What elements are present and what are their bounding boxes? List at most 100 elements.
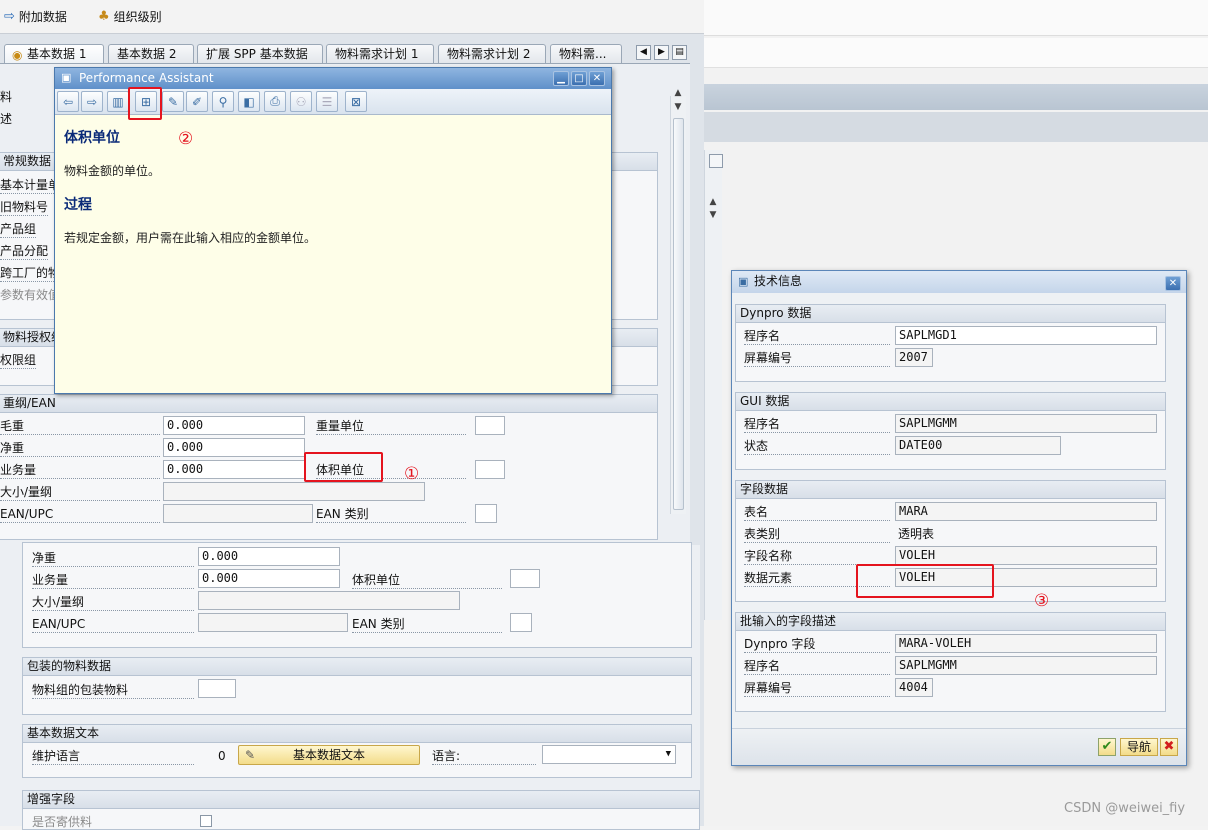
annotation-3: ③ [1034, 591, 1050, 611]
right-scroll-toggle[interactable] [709, 154, 723, 168]
ean-category-label: EAN 类别 [316, 506, 466, 523]
enhanced-section: 增强字段 [22, 790, 700, 830]
packaging-material-label: 物料组的包装物料 [32, 682, 194, 699]
ean-category-field[interactable] [475, 504, 497, 523]
confirm-button[interactable]: ✔ [1098, 738, 1116, 756]
tech-info-footer [732, 728, 1186, 765]
minimize-button[interactable]: ▁ [553, 71, 569, 86]
highlight-data-element [856, 564, 994, 598]
lower-net-weight-field[interactable]: 0.000 [198, 547, 340, 566]
maximize-button[interactable]: □ [571, 71, 587, 86]
forward-icon[interactable]: ⇨ [81, 91, 103, 112]
volume-unit-field[interactable] [475, 460, 505, 479]
table-name-field[interactable]: MARA [895, 502, 1157, 521]
ean-field[interactable] [163, 504, 313, 523]
assistant-titlebar[interactable]: ▣ Performance Assistant [55, 68, 611, 89]
lower-volume-field[interactable]: 0.000 [198, 569, 340, 588]
tab-mrp-more[interactable]: 物料需... [550, 44, 622, 64]
volume-field[interactable]: 0.000 [163, 460, 305, 479]
right-header-bar [704, 0, 1208, 36]
tab-active-icon: ◉ [12, 48, 23, 62]
list-icon[interactable]: ☰ [316, 91, 338, 112]
tab-next-button[interactable]: ▶ [654, 45, 669, 60]
assistant-title: Performance Assistant [79, 71, 214, 85]
base-uom-label: 基本计量单 [0, 178, 61, 194]
weight-unit-field[interactable] [475, 416, 505, 435]
right-scroll-up[interactable]: ▲ [706, 195, 720, 209]
basic-text-button[interactable]: ✎ 基本数据文本 [238, 745, 420, 765]
edit-icon[interactable]: ✎ [162, 91, 184, 112]
tab-mrp-1[interactable]: 物料需求计划 1 [326, 44, 434, 64]
status-field[interactable]: DATE00 [895, 436, 1061, 455]
tab-basic-data-1[interactable]: ◉ 基本数据 1 [4, 44, 104, 64]
dynpro-header: Dynpro 数据 [736, 305, 1165, 323]
field-name-field[interactable]: VOLEH [895, 546, 1157, 565]
org-levels-button[interactable]: ♣ 组织级别 [98, 8, 162, 25]
layout-icon[interactable]: ◧ [238, 91, 260, 112]
lower-volume-label: 业务量 [32, 572, 194, 589]
packaging-material-field[interactable] [198, 679, 236, 698]
tech-info-titlebar[interactable]: ▣ 技术信息 [732, 271, 1186, 293]
batch-program-label: 程序名 [744, 658, 890, 675]
main-scroll-down[interactable]: ▼ [671, 100, 685, 114]
tab-prev-button[interactable]: ◀ [636, 45, 651, 60]
program-field[interactable]: SAPLMGD1 [895, 326, 1157, 345]
back-icon[interactable]: ⇦ [57, 91, 79, 112]
batch-screen-field[interactable]: 4004 [895, 678, 933, 697]
table-type-value: 透明表 [898, 527, 935, 541]
annotation-2: ② [178, 129, 194, 149]
language-dropdown[interactable]: ▼ [542, 745, 676, 764]
window-icon: ▣ [61, 71, 72, 84]
dynpro-field-label: Dynpro 字段 [744, 636, 890, 653]
tab-basic-data-2[interactable]: 基本数据 2 [108, 44, 194, 64]
lower-volume-unit-label: 体积单位 [352, 572, 502, 589]
lower-size-field[interactable] [198, 591, 460, 610]
gui-program-field[interactable]: SAPLMGMM [895, 414, 1157, 433]
navigate-button[interactable]: 导航 [1120, 738, 1158, 756]
tab-mrp-2[interactable]: 物料需求计划 2 [438, 44, 546, 64]
main-scroll-thumb[interactable] [673, 118, 684, 510]
volume-label: 业务量 [0, 462, 160, 479]
batch-program-field[interactable]: SAPLMGMM [895, 656, 1157, 675]
tab-label: 物料需... [559, 47, 607, 61]
watermark: CSDN @weiwei_fiy [1064, 801, 1186, 816]
book-icon[interactable]: ▥ [107, 91, 129, 112]
consignment-checkbox[interactable] [200, 815, 212, 827]
main-scroll-up[interactable]: ▲ [671, 86, 685, 100]
lower-ean-field[interactable] [198, 613, 348, 632]
status-label: 状态 [744, 438, 890, 455]
cancel-button[interactable]: ✖ [1160, 738, 1178, 756]
org-levels-label: 组织级别 [113, 10, 162, 24]
print-icon[interactable]: ⎙ [264, 91, 286, 112]
cancel-icon[interactable]: ⊠ [345, 91, 367, 112]
tab-list-button[interactable]: ▤ [672, 45, 687, 60]
size-field[interactable] [163, 482, 425, 501]
window-icon: ▣ [738, 275, 749, 288]
assistant-text-1: 物料金额的单位。 [64, 164, 161, 178]
consignment-label: 是否寄供料 [32, 815, 93, 829]
screen-field[interactable]: 2007 [895, 348, 933, 367]
binoculars-icon[interactable]: ⚇ [290, 91, 312, 112]
program-label: 程序名 [744, 328, 890, 345]
product-allocation-label: 产品分配 [0, 244, 49, 260]
right-scroll-down[interactable]: ▼ [706, 208, 720, 222]
arrow-right-icon: ⇨ [4, 9, 15, 24]
old-material-label: 旧物料号 [0, 200, 49, 216]
material-group-label: 产品组 [0, 222, 37, 238]
dynpro-field-field[interactable]: MARA-VOLEH [895, 634, 1157, 653]
link-icon[interactable]: ⚲ [212, 91, 234, 112]
lower-ean-label: EAN/UPC [32, 616, 194, 633]
close-button[interactable]: ✕ [589, 71, 605, 86]
net-weight-field[interactable]: 0.000 [163, 438, 305, 457]
lower-net-weight-label: 净重 [32, 550, 194, 567]
dimensions-header: 重纲/EAN [0, 395, 657, 413]
tab-ext-spp[interactable]: 扩展 SPP 基本数据 [197, 44, 323, 64]
gross-weight-field[interactable]: 0.000 [163, 416, 305, 435]
lower-volume-unit-field[interactable] [510, 569, 540, 588]
pencil-icon[interactable]: ✐ [186, 91, 208, 112]
param-effectivity-label: 参数有效值 [0, 288, 61, 302]
tech-info-close-button[interactable]: ✕ [1165, 276, 1181, 291]
lower-ean-category-field[interactable] [510, 613, 532, 632]
screen-label: 屏幕编号 [744, 350, 890, 367]
additional-data-button[interactable]: ⇨ 附加数据 [4, 8, 67, 25]
